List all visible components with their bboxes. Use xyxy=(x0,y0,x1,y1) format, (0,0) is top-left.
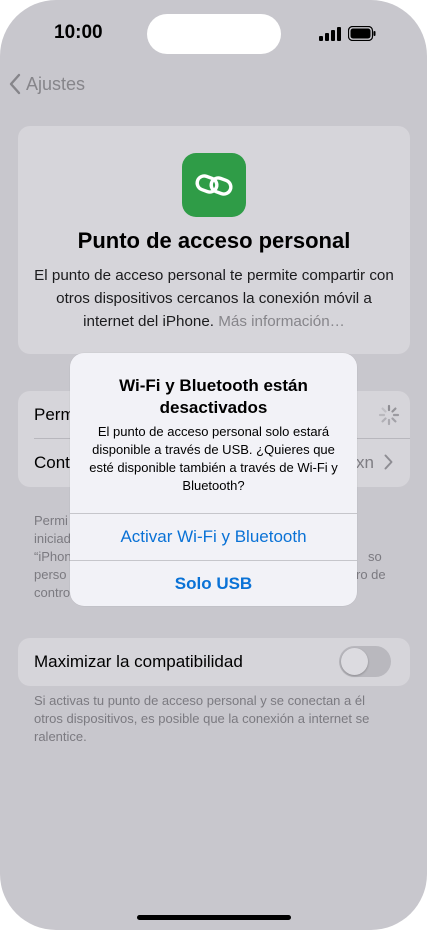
allow-others-label: Perm xyxy=(34,405,75,424)
compatibility-footnote: Si activas tu punto de acceso personal y… xyxy=(34,693,370,744)
usb-only-button[interactable]: Solo USB xyxy=(70,561,357,606)
compatibility-label: Maximizar la compatibilidad xyxy=(34,652,243,671)
hotspot-description: El punto de acceso personal te permite c… xyxy=(32,264,396,333)
compatibility-card: Maximizar la compatibilidad xyxy=(18,638,410,686)
battery-icon xyxy=(348,26,376,41)
link-icon xyxy=(195,174,233,196)
footnote-line-left: “iPhon xyxy=(34,549,72,564)
phone-screen: 10:00 Ajustes Punto de acceso personal E… xyxy=(0,0,427,930)
toggle-knob xyxy=(341,648,368,675)
chevron-right-icon xyxy=(384,454,393,470)
hotspot-app-icon xyxy=(182,153,246,217)
more-info-link[interactable]: Más información… xyxy=(218,313,345,330)
password-label: Cont xyxy=(34,453,70,472)
cellular-signal-icon xyxy=(319,27,341,41)
password-value: xn xyxy=(356,453,374,472)
compatibility-toggle[interactable] xyxy=(339,646,391,677)
footnote-line-right: so xyxy=(368,549,382,564)
footnote-line-left: perso xyxy=(34,567,67,582)
activity-spinner-icon xyxy=(378,404,400,426)
password-row[interactable]: Cont xyxy=(34,439,70,487)
hotspot-title: Punto de acceso personal xyxy=(77,228,351,253)
back-label: Ajustes xyxy=(26,73,86,94)
back-button[interactable]: Ajustes xyxy=(8,70,85,98)
footnote-line-right: ro de xyxy=(356,567,386,582)
home-indicator[interactable] xyxy=(137,915,291,920)
hotspot-info-card: Punto de acceso personal El punto de acc… xyxy=(18,126,410,354)
status-time: 10:00 xyxy=(54,22,103,43)
alert-title: Wi-Fi y Bluetooth están desactivados xyxy=(119,376,308,417)
chevron-left-icon xyxy=(9,73,21,95)
dynamic-island xyxy=(147,14,281,54)
enable-wifi-bluetooth-button[interactable]: Activar Wi-Fi y Bluetooth xyxy=(70,514,357,560)
status-bar: 10:00 xyxy=(0,0,427,70)
allow-others-row[interactable]: Perm xyxy=(34,391,75,439)
wifi-bluetooth-alert: Wi-Fi y Bluetooth están desactivados El … xyxy=(70,353,357,606)
alert-message: El punto de acceso personal solo estará … xyxy=(89,424,338,493)
